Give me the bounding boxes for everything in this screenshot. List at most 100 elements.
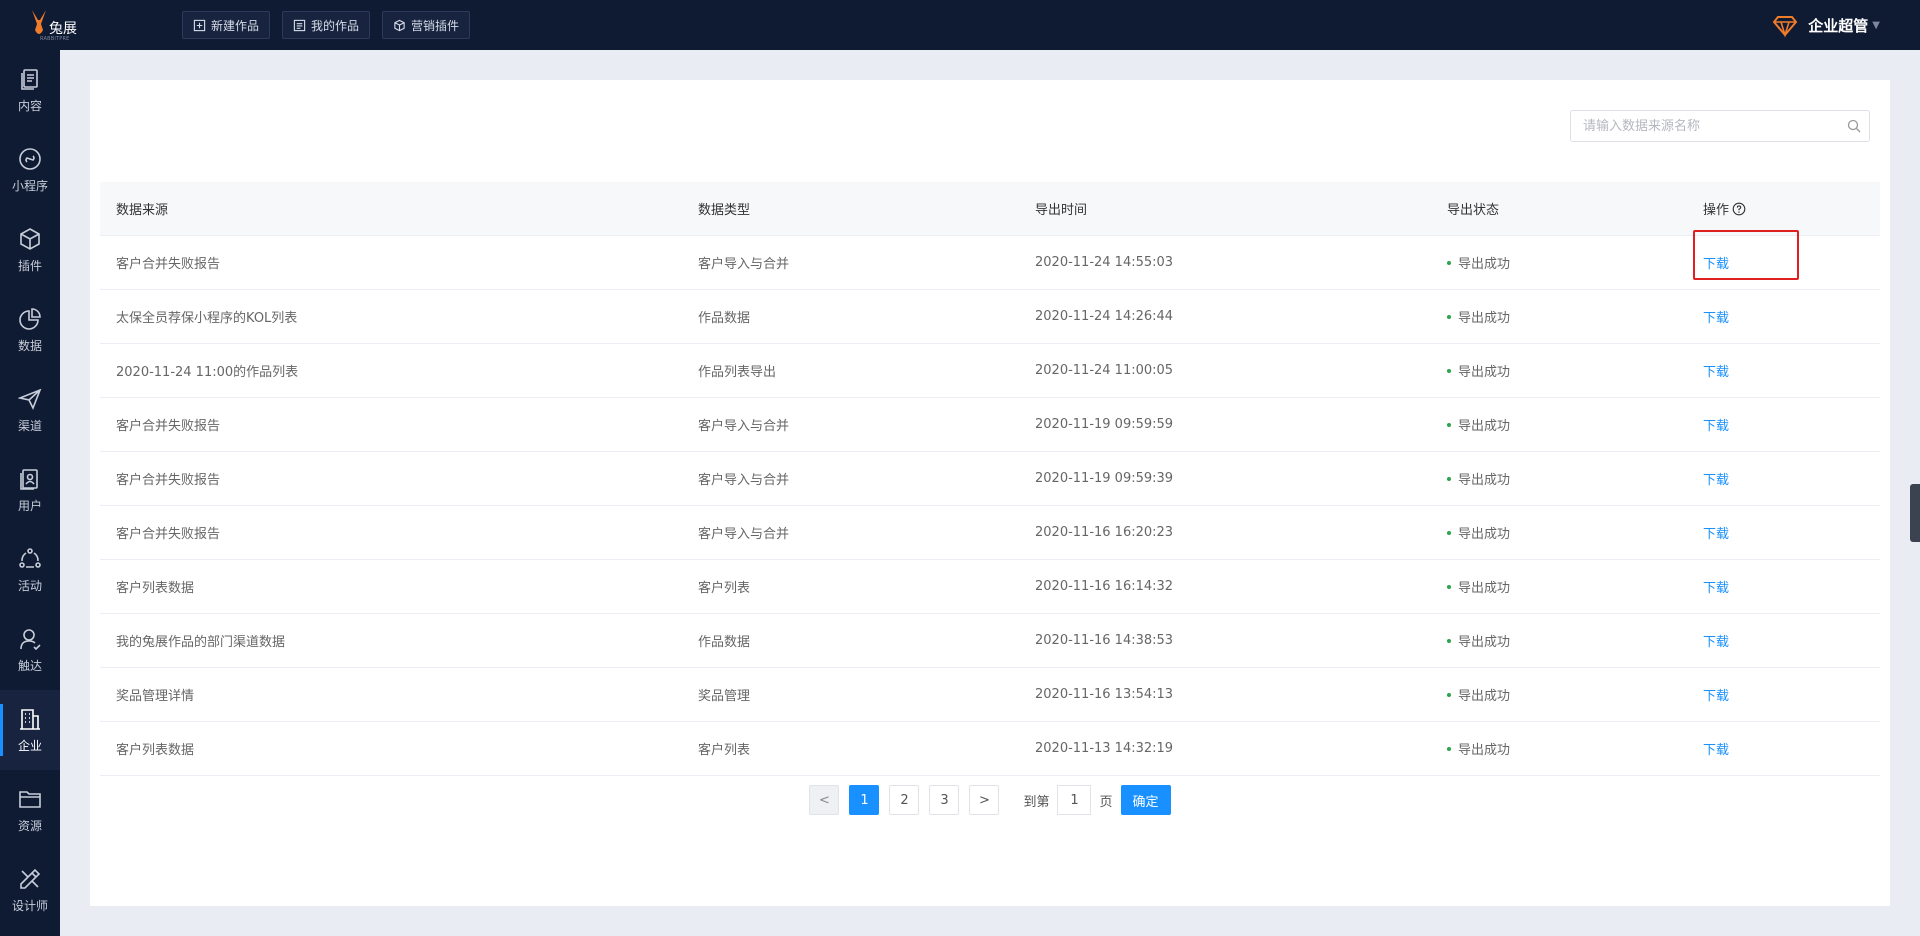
status-text: 导出成功 <box>1458 527 1511 542</box>
sidebar-item-label: 用户 <box>17 498 42 513</box>
download-link[interactable]: 下载 <box>1703 257 1729 272</box>
download-link[interactable]: 下载 <box>1703 635 1729 650</box>
status-dot <box>1447 314 1451 319</box>
help-icon[interactable] <box>1732 202 1746 216</box>
cell-type: 作品数据 <box>698 635 751 650</box>
cell-source: 2020-11-24 11:00的作品列表 <box>116 365 299 380</box>
download-link[interactable]: 下载 <box>1703 473 1729 488</box>
cell-time: 2020-11-16 14:38:53 <box>1035 633 1174 648</box>
download-link[interactable]: 下载 <box>1703 311 1729 326</box>
chevron-down-icon: ▼ <box>1872 19 1880 31</box>
sidebar-item-label: 插件 <box>17 258 42 273</box>
marketing-plugins-button[interactable]: 营销插件 <box>382 11 471 39</box>
new-work-button[interactable]: 新建作品 <box>182 11 271 39</box>
cell-source: 客户列表数据 <box>116 743 195 758</box>
cell-time: 2020-11-16 16:20:23 <box>1035 525 1174 540</box>
status-text: 导出成功 <box>1458 473 1511 488</box>
cell-action: 下载 <box>1687 361 1880 380</box>
building-icon <box>20 708 40 730</box>
cell-status: 导出成功 <box>1431 685 1687 704</box>
cell-time: 2020-11-24 14:26:44 <box>1035 309 1174 324</box>
sidebar-item-label: 触达 <box>17 658 42 673</box>
scroll-handle[interactable] <box>1910 484 1920 542</box>
table-row: 客户合并失败报告 客户导入与合并 2020-11-24 14:55:03 导出成… <box>100 230 1880 290</box>
top-nav: 新建作品 我的作品 营销插件 <box>182 11 471 39</box>
new-work-label: 新建作品 <box>211 18 260 33</box>
cell-type: 客户导入与合并 <box>698 473 790 488</box>
goto-page-input[interactable] <box>1057 785 1092 815</box>
table-row: 太保全员荐保小程序的KOL列表 作品数据 2020-11-24 14:26:44… <box>100 290 1880 344</box>
table-row: 我的兔展作品的部门渠道数据 作品数据 2020-11-16 14:38:53 导… <box>100 614 1880 668</box>
my-works-button[interactable]: 我的作品 <box>282 11 371 39</box>
cell-time: 2020-11-16 16:14:32 <box>1035 579 1174 594</box>
user-menu[interactable]: 企业超管 ▼ <box>1772 0 1880 50</box>
sidebar-item-label: 内容 <box>17 98 42 113</box>
status-dot <box>1447 692 1451 697</box>
sidebar-item-users[interactable]: 用户 <box>0 450 60 530</box>
search-icon[interactable] <box>1839 119 1869 133</box>
next-page-button[interactable]: > <box>969 785 1000 815</box>
cell-source: 客户合并失败报告 <box>116 257 221 272</box>
cell-status: 导出成功 <box>1431 361 1687 380</box>
cell-time: 2020-11-24 11:00:05 <box>1035 363 1174 378</box>
sidebar-item-miniprogram[interactable]: 小程序 <box>0 130 60 210</box>
reach-icon <box>20 628 41 650</box>
logo-text: 兔展 <box>49 21 77 37</box>
column-header-status: 导出状态 <box>1447 203 1500 218</box>
cell-action: 下载 <box>1687 523 1880 542</box>
sidebar-item-plugins[interactable]: 插件 <box>0 210 60 290</box>
download-link[interactable]: 下载 <box>1703 743 1729 758</box>
sidebar-item-enterprise[interactable]: 企业 <box>0 690 60 770</box>
sidebar-item-activities[interactable]: 活动 <box>0 530 60 610</box>
cell-action: 下载 <box>1687 631 1880 650</box>
marketing-plugins-label: 营销插件 <box>411 18 460 33</box>
download-link[interactable]: 下载 <box>1703 527 1729 542</box>
download-link[interactable]: 下载 <box>1703 581 1729 596</box>
cell-status: 导出成功 <box>1431 415 1687 434</box>
cell-type: 作品数据 <box>698 311 751 326</box>
cell-type: 客户导入与合并 <box>698 527 790 542</box>
confirm-button[interactable]: 确定 <box>1120 785 1171 815</box>
download-link[interactable]: 下载 <box>1703 419 1729 434</box>
table-row: 客户列表数据 客户列表 2020-11-16 16:14:32 导出成功 下载 <box>100 560 1880 614</box>
sidebar-item-label: 活动 <box>17 578 42 593</box>
sidebar-item-content[interactable]: 内容 <box>0 50 60 130</box>
sidebar-item-data[interactable]: 数据 <box>0 290 60 370</box>
pagination: < 1 2 3 > 到第 页 确定 <box>90 785 1890 815</box>
cell-type: 奖品管理 <box>698 689 751 704</box>
status-text: 导出成功 <box>1458 581 1511 596</box>
content-icon <box>21 68 38 90</box>
activity-icon <box>19 547 41 568</box>
status-dot <box>1447 638 1451 643</box>
cell-status: 导出成功 <box>1431 253 1687 272</box>
download-link[interactable]: 下载 <box>1703 689 1729 704</box>
search-input[interactable] <box>1571 111 1839 141</box>
cell-time: 2020-11-13 14:32:19 <box>1035 741 1174 756</box>
highlight-box <box>1693 230 1799 280</box>
search-box <box>1570 110 1870 142</box>
cell-source: 客户列表数据 <box>116 581 195 596</box>
page-button-3[interactable]: 3 <box>929 785 960 815</box>
status-text: 导出成功 <box>1458 257 1511 272</box>
sidebar-item-channels[interactable]: 渠道 <box>0 370 60 450</box>
my-works-label: 我的作品 <box>311 18 360 33</box>
cell-source: 客户合并失败报告 <box>116 473 221 488</box>
app-logo[interactable]: 兔展 RABBITPRE <box>22 0 82 50</box>
sidebar-item-designer[interactable]: 设计师 <box>0 850 60 930</box>
download-link[interactable]: 下载 <box>1703 365 1729 380</box>
prev-page-button[interactable]: < <box>809 785 840 815</box>
sidebar-item-label: 设计师 <box>11 898 48 913</box>
goto-suffix: 页 <box>1099 794 1113 810</box>
status-dot <box>1447 746 1451 751</box>
cell-source: 太保全员荐保小程序的KOL列表 <box>116 311 298 326</box>
status-dot <box>1447 260 1451 265</box>
user-card-icon <box>20 468 38 490</box>
column-header-type: 数据类型 <box>698 203 751 218</box>
page-button-2[interactable]: 2 <box>889 785 920 815</box>
user-name: 企业超管 <box>1808 16 1869 35</box>
designer-icon <box>20 868 41 889</box>
table-row: 客户列表数据 客户列表 2020-11-13 14:32:19 导出成功 下载 <box>100 722 1880 776</box>
sidebar-item-reach[interactable]: 触达 <box>0 610 60 690</box>
sidebar-item-resources[interactable]: 资源 <box>0 770 60 850</box>
page-button-1[interactable]: 1 <box>849 785 880 815</box>
